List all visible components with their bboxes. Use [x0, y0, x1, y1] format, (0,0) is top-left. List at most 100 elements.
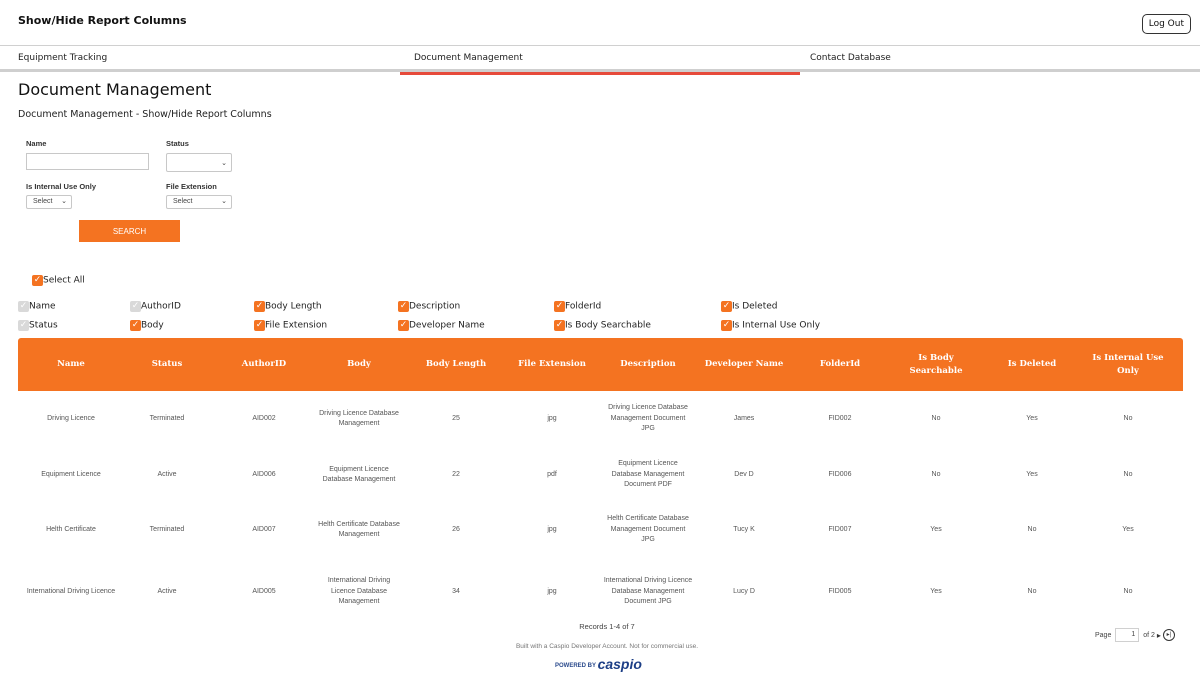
cell-folderid: FID007 — [828, 525, 852, 533]
checkmark-icon: ✓ — [18, 301, 29, 312]
checkmark-icon: ✓ — [130, 301, 141, 312]
column-header[interactable]: Body Length — [407, 338, 505, 391]
page-number-input[interactable]: 1 — [1115, 628, 1140, 642]
cell-status: Terminated — [149, 525, 185, 533]
cell-is-internal-use-only: Yes — [1122, 525, 1134, 533]
column-toggle-is-deleted[interactable]: ✓ Is Deleted — [721, 301, 778, 312]
column-toggle-label: Body — [141, 320, 164, 331]
cell-authorid: AID007 — [252, 525, 276, 533]
cell-is-internal-use-only: No — [1123, 587, 1133, 595]
column-header[interactable]: File Extension — [503, 338, 601, 391]
column-toggle-label: Description — [409, 301, 461, 312]
column-header[interactable]: Is Deleted — [983, 338, 1081, 391]
cell-name: International Driving Licence — [26, 587, 116, 595]
column-toggle-status[interactable]: ✓ Status — [18, 320, 58, 331]
caspio-logo: caspio — [597, 656, 642, 672]
file-extension-select-value: Select — [173, 198, 193, 205]
column-toggle-authorid[interactable]: ✓ AuthorID — [130, 301, 181, 312]
cell-is-deleted: Yes — [1026, 470, 1038, 478]
cell-description: Helth Certificate Database Management Do… — [607, 515, 689, 544]
developer-account-note: Built with a Caspio Developer Account. N… — [515, 643, 699, 650]
cell-is-body-searchable: Yes — [930, 525, 942, 533]
cell-is-internal-use-only: No — [1123, 470, 1133, 478]
cell-authorid: AID006 — [252, 470, 276, 478]
checkmark-icon: ✓ — [721, 301, 732, 312]
cell-file-extension: jpg — [547, 587, 557, 595]
internal-use-select-value: Select — [33, 198, 53, 205]
column-toggle-body-length[interactable]: ✓ Body Length — [254, 301, 322, 312]
cell-authorid: AID005 — [252, 587, 276, 595]
column-toggle-is-body-searchable[interactable]: ✓ Is Body Searchable — [554, 320, 651, 331]
cell-status: Active — [157, 587, 177, 595]
status-select[interactable]: ⌄ — [166, 153, 232, 172]
internal-use-select[interactable]: Select ⌄ — [26, 195, 72, 209]
cell-body-length: 22 — [452, 470, 460, 478]
file-extension-select[interactable]: Select ⌄ — [166, 195, 232, 209]
cell-name: Equipment Licence — [41, 470, 101, 478]
column-toggle-file-extension[interactable]: ✓ File Extension — [254, 320, 327, 331]
column-header[interactable]: Is Body Searchable — [893, 338, 979, 391]
top-bar: Show/Hide Report Columns Log Out — [0, 0, 1200, 46]
checkmark-icon: ✓ — [554, 320, 565, 331]
column-header[interactable]: AuthorID — [215, 338, 313, 391]
logout-button[interactable]: Log Out — [1141, 14, 1191, 34]
column-toggle-label: Is Internal Use Only — [732, 320, 821, 331]
column-toggle-developer-name[interactable]: ✓ Developer Name — [398, 320, 485, 331]
table-row: Driving Licence Terminated AID002 Drivin… — [18, 394, 1183, 444]
column-toggle-body[interactable]: ✓ Body — [130, 320, 164, 331]
column-header[interactable]: FolderId — [791, 338, 889, 391]
column-header[interactable]: Is Internal Use Only — [1085, 338, 1171, 391]
cell-developer-name: James — [733, 414, 755, 422]
name-input[interactable] — [26, 153, 149, 170]
chevron-down-icon: ⌄ — [221, 198, 227, 205]
column-header[interactable]: Description — [599, 338, 697, 391]
cell-description: Equipment Licence Database Management Do… — [611, 460, 685, 489]
tab-document-management[interactable]: Document Management — [400, 46, 800, 75]
column-toggle-label: FolderId — [565, 301, 602, 312]
checkmark-icon: ✓ — [130, 320, 141, 331]
cell-description: Driving Licence Database Management Docu… — [608, 404, 688, 433]
column-toggle-label: Status — [29, 320, 58, 331]
tab-equipment-tracking[interactable]: Equipment Tracking — [4, 46, 404, 72]
cell-is-body-searchable: No — [931, 414, 941, 422]
cell-file-extension: jpg — [547, 525, 557, 533]
table-row: Helth Certificate Terminated AID007 Helt… — [18, 505, 1183, 555]
column-toggle-label: Is Body Searchable — [565, 320, 651, 331]
search-button[interactable]: SEARCH — [79, 220, 180, 242]
last-page-icon[interactable]: ▸| — [1162, 629, 1175, 641]
cell-folderid: FID002 — [828, 414, 852, 422]
checkmark-icon: ✓ — [254, 320, 265, 331]
select-all-checkbox[interactable]: ✓ Select All — [32, 275, 85, 286]
cell-body: International Driving Licence Database M… — [327, 577, 391, 606]
table-header: Name Status AuthorID Body Body Length Fi… — [18, 338, 1183, 391]
file-extension-label: File Extension — [166, 182, 217, 191]
next-page-icon[interactable]: ▸ — [1157, 631, 1161, 640]
cell-status: Terminated — [149, 414, 185, 422]
cell-is-deleted: No — [1027, 525, 1037, 533]
cell-folderid: FID006 — [828, 470, 852, 478]
column-header[interactable]: Body — [310, 338, 408, 391]
cell-body-length: 25 — [452, 414, 460, 422]
checkmark-icon: ✓ — [18, 320, 29, 331]
app-title: Show/Hide Report Columns — [18, 14, 187, 27]
cell-file-extension: jpg — [547, 414, 557, 422]
column-header[interactable]: Developer Name — [695, 338, 793, 391]
column-header[interactable]: Status — [118, 338, 216, 391]
checkmark-icon: ✓ — [32, 275, 43, 286]
pagination: Page 1 of 2 ▸ ▸| — [1095, 628, 1175, 642]
column-toggle-folderid[interactable]: ✓ FolderId — [554, 301, 601, 312]
column-toggle-label: Is Deleted — [732, 301, 778, 312]
column-toggle-name[interactable]: ✓ Name — [18, 301, 56, 312]
status-label: Status — [166, 139, 189, 148]
column-toggle-is-internal-use-only[interactable]: ✓ Is Internal Use Only — [721, 320, 820, 331]
cell-is-internal-use-only: No — [1123, 414, 1133, 422]
cell-body-length: 34 — [452, 587, 460, 595]
tab-bar: Equipment Tracking Document Management C… — [0, 46, 1200, 75]
column-toggle-description[interactable]: ✓ Description — [398, 301, 460, 312]
powered-by-label: POWERED BY — [555, 663, 596, 669]
column-header[interactable]: Name — [18, 338, 124, 391]
page-title: Document Management — [18, 80, 212, 99]
page-count-label: of 2 — [1143, 631, 1155, 639]
tab-contact-database[interactable]: Contact Database — [796, 46, 1196, 72]
cell-developer-name: Tucy K — [733, 525, 755, 533]
